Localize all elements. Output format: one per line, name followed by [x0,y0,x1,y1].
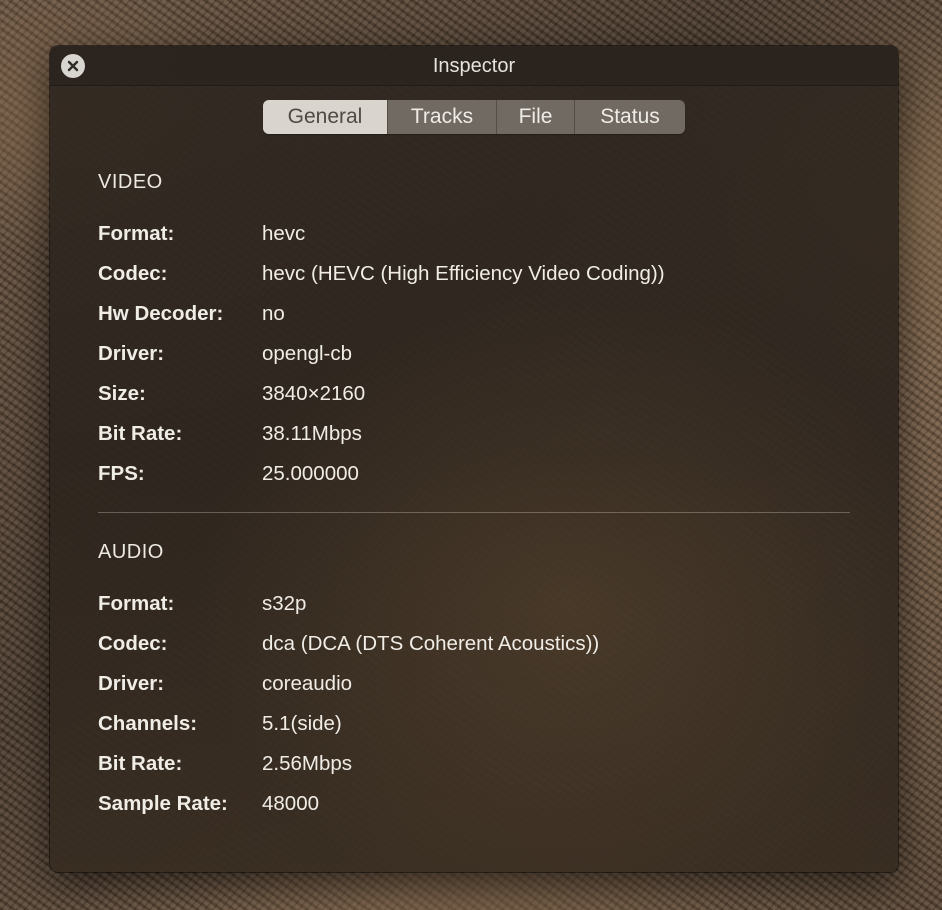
tab-file[interactable]: File [496,100,574,134]
section-divider [98,512,850,513]
row-label: Size: [98,382,146,405]
row-label: Sample Rate: [98,792,228,815]
inspector-window: Inspector General Tracks File Status VID… [50,46,898,872]
row-value: hevc (HEVC (High Efficiency Video Coding… [262,262,665,285]
row-label: Driver: [98,342,165,365]
title-bar: Inspector [50,46,898,86]
row-value: 2.56Mbps [262,752,353,775]
row-value: 25.000000 [262,462,359,485]
row-value: 48000 [262,792,320,815]
video-section-heading: VIDEO [98,171,163,193]
row-label: Bit Rate: [98,752,183,775]
tab-status[interactable]: Status [574,100,685,134]
row-value: dca (DCA (DTS Coherent Acoustics)) [262,632,600,655]
row-label: Driver: [98,672,165,695]
row-value: no [262,302,285,325]
tab-tracks[interactable]: Tracks [387,100,496,134]
row-value: 5.1(side) [262,712,342,735]
row-value: opengl-cb [262,342,353,365]
row-label: FPS: [98,462,145,485]
row-label: Codec: [98,262,168,285]
row-value: 38.11Mbps [262,422,362,445]
row-label: Hw Decoder: [98,302,224,325]
row-label: Codec: [98,632,168,655]
row-label: Format: [98,222,175,245]
row-value: coreaudio [262,672,353,695]
audio-section-heading: AUDIO [98,541,164,563]
row-value: s32p [262,592,307,615]
row-value: 3840×2160 [262,382,366,405]
row-value: hevc [262,222,306,245]
row-label: Channels: [98,712,198,735]
window-title: Inspector [432,55,516,77]
tab-general[interactable]: General [263,100,387,134]
row-label: Bit Rate: [98,422,183,445]
row-label: Format: [98,592,175,615]
tab-bar: General Tracks File Status [263,100,685,134]
